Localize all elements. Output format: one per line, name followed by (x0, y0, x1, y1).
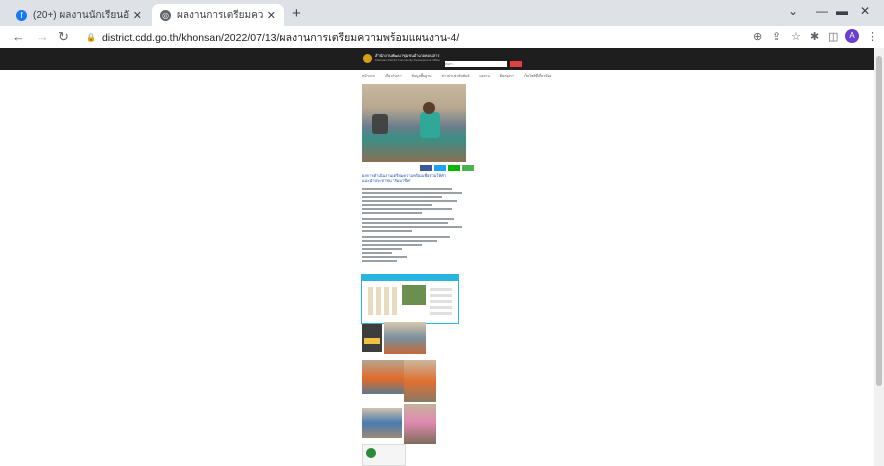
gallery-image[interactable] (362, 408, 402, 438)
line-share-icon[interactable] (448, 165, 460, 171)
lock-icon: 🔒 (86, 32, 96, 42)
menu-item[interactable]: ผลงาน (480, 73, 490, 79)
share-icon[interactable]: ⇪ (772, 30, 781, 43)
gallery-image[interactable] (404, 360, 436, 402)
gallery-image[interactable] (384, 322, 426, 354)
close-tab-icon[interactable]: ✕ (133, 9, 142, 22)
close-window-button[interactable]: ✕ (860, 4, 870, 18)
text-line (362, 244, 422, 246)
menu-item[interactable]: หน้าแรก (362, 73, 375, 79)
site-logo-icon (363, 54, 372, 63)
chevron-down-icon[interactable]: ⌄ (788, 4, 798, 18)
text-line (362, 230, 412, 232)
site-search-button[interactable] (510, 61, 522, 67)
menu-item[interactable]: เกี่ยวกับเรา (385, 73, 402, 79)
text-line (362, 260, 397, 262)
infographic-image[interactable] (361, 274, 459, 324)
maximize-button[interactable]: ▬ (836, 4, 848, 18)
menu-item[interactable]: เว็บไซต์ที่เกี่ยวข้อง (524, 73, 552, 79)
address-bar[interactable]: 🔒 district.cdd.go.th/khonsan/2022/07/13/… (86, 29, 826, 45)
site-menu: หน้าแรก เกี่ยวกับเรา ข้อมูลพื้นฐาน ข่าวป… (362, 73, 551, 79)
site-header: สำนักงานพัฒนาชุมชนอำเภอคอนสาร Khonsan Di… (0, 48, 874, 70)
page-viewport: สำนักงานพัฒนาชุมชนอำเภอคอนสาร Khonsan Di… (0, 48, 874, 466)
text-line (362, 196, 442, 198)
text-line (362, 192, 462, 194)
text-line (362, 208, 452, 210)
tab-strip: f (20+) ผลงานนักเรียนอัยการผู้ป้อม | Fac… (0, 0, 884, 26)
gallery-image[interactable] (362, 444, 406, 466)
facebook-favicon-icon: f (16, 9, 27, 21)
close-tab-icon[interactable]: ✕ (267, 9, 276, 22)
gallery-image[interactable] (404, 404, 436, 444)
text-line (362, 200, 457, 202)
text-line (362, 204, 432, 206)
extensions-puzzle-icon[interactable]: ✱ (810, 30, 819, 43)
tab-title: ผลงานการเตรียมความพร้อมเพื่อร่วมให้กัมพู… (177, 9, 263, 21)
text-line (362, 222, 448, 224)
forward-button[interactable]: → (36, 29, 49, 44)
menu-item[interactable]: ข้อมูลพื้นฐาน (412, 73, 432, 79)
menu-kebab-icon[interactable]: ⋮ (867, 30, 878, 43)
zoom-icon[interactable]: ⊕ (753, 30, 762, 43)
back-button[interactable]: ← (12, 29, 25, 44)
menu-item[interactable]: ข่าวประชาสัมพันธ์ (442, 73, 470, 79)
text-line (362, 256, 407, 258)
scrollbar[interactable] (874, 48, 884, 466)
text-line (362, 236, 450, 238)
minimize-button[interactable]: — (816, 4, 828, 18)
browser-toolbar: ← → ↻ 🔒 district.cdd.go.th/khonsan/2022/… (0, 26, 884, 49)
text-line (362, 248, 402, 250)
side-panel-icon[interactable]: ◫ (828, 30, 838, 43)
new-tab-button[interactable]: + (292, 5, 301, 22)
text-line (362, 240, 437, 242)
scrollbar-thumb[interactable] (876, 56, 882, 386)
text-line (362, 188, 452, 190)
reload-button[interactable]: ↻ (58, 29, 69, 45)
article-photo[interactable] (362, 84, 466, 162)
gallery-image[interactable] (362, 360, 404, 394)
menu-item[interactable]: ติดต่อเรา (500, 73, 514, 79)
text-line (362, 212, 422, 214)
share-icon[interactable] (462, 165, 474, 171)
text-line (362, 226, 462, 228)
text-line (362, 252, 392, 254)
article-headline: ผลการดำเนินงานเตรียมความพร้อมเพื่อร่วมให… (362, 173, 446, 183)
gallery-image[interactable] (362, 324, 382, 352)
twitter-share-icon[interactable] (434, 165, 446, 171)
text-line (362, 218, 454, 220)
facebook-share-icon[interactable] (420, 165, 432, 171)
profile-avatar[interactable]: A (845, 29, 859, 43)
browser-tab-facebook[interactable]: f (20+) ผลงานนักเรียนอัยการผู้ป้อม | Fac… (8, 4, 150, 26)
share-buttons (420, 165, 474, 171)
url-text: district.cdd.go.th/khonsan/2022/07/13/ผล… (101, 31, 460, 44)
site-search-input[interactable] (445, 61, 507, 67)
tab-title: (20+) ผลงานนักเรียนอัยการผู้ป้อม | Faceb (33, 9, 129, 21)
site-favicon-icon: ◎ (160, 9, 171, 21)
site-title: สำนักงานพัฒนาชุมชนอำเภอคอนสาร Khonsan Di… (375, 53, 440, 62)
bookmark-star-icon[interactable]: ☆ (791, 30, 801, 43)
browser-tab-active[interactable]: ◎ ผลงานการเตรียมความพร้อมเพื่อร่วมให้กัม… (152, 4, 284, 26)
